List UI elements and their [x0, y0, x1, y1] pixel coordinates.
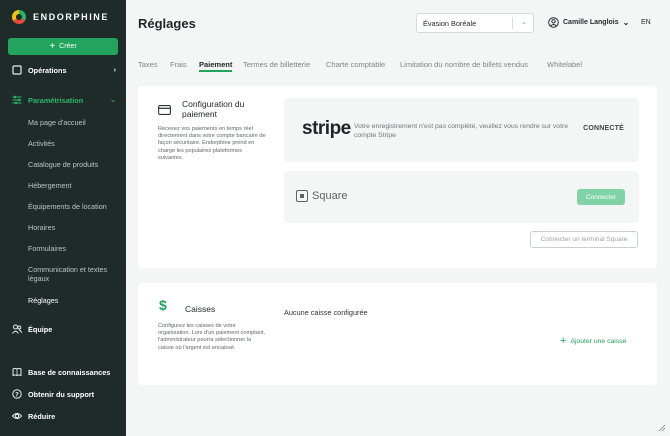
- sidebar-subitem-catalogue[interactable]: Catalogue de produits: [28, 160, 120, 169]
- sidebar-subitem-formulaires[interactable]: Formulaires: [28, 244, 120, 253]
- stripe-provider-panel: stripe Votre enregistrement n'est pas co…: [284, 98, 639, 162]
- chevron-down-icon: ⌄: [521, 19, 527, 26]
- sidebar-item-equipe[interactable]: Équipe: [0, 323, 126, 335]
- payment-configuration-card: Configuration du paiement Recevez vos pa…: [138, 86, 657, 268]
- page-title: Réglages: [138, 16, 196, 31]
- connect-square-terminal-button[interactable]: Connecter un terminal Square: [530, 231, 638, 248]
- credit-card-icon: [158, 105, 171, 115]
- chevron-down-icon: ⌄: [110, 97, 116, 104]
- svg-text:?: ?: [15, 391, 19, 398]
- payment-section-title: Configuration du paiement: [182, 99, 245, 119]
- select-divider: [512, 17, 513, 29]
- plus-icon: +: [560, 335, 567, 347]
- sidebar-item-label: Base de connaissances: [28, 367, 111, 377]
- tab-frais[interactable]: Frais: [170, 60, 187, 69]
- stripe-status-message: Votre enregistrement n'est pas complété,…: [354, 123, 568, 139]
- sidebar-subitem-reglages[interactable]: Réglages: [28, 296, 120, 305]
- caisses-section-title: Caisses: [185, 304, 216, 314]
- square-logo: Square: [296, 190, 347, 202]
- add-caisse-label: Ajouter une caisse: [570, 338, 627, 345]
- tab-limitation-billets[interactable]: Limitation du nombre de billets vendus: [400, 60, 528, 69]
- book-icon: [12, 368, 22, 377]
- sidebar-item-knowledge-base[interactable]: Base de connaissances: [0, 367, 126, 377]
- caisses-empty-text: Aucune caisse configurée: [284, 308, 368, 317]
- sidebar-nav[interactable]: Opérations › Paramétrisation ⌄ Ma page d…: [0, 60, 126, 356]
- create-button[interactable]: + Créer: [8, 38, 118, 55]
- tab-termes-billetterie[interactable]: Termes de billetterie: [243, 60, 310, 69]
- header: Réglages Évasion Boréale ⌄ Camille Langl…: [126, 0, 670, 48]
- sliders-icon: [12, 95, 22, 105]
- stripe-logo: stripe: [302, 118, 351, 139]
- plus-icon: +: [49, 40, 56, 52]
- sidebar-subitem-activites[interactable]: Activités: [28, 139, 120, 148]
- sidebar-item-label: Obtenir du support: [28, 389, 95, 399]
- sidebar-subitem-equipements[interactable]: Équipements de location: [28, 202, 120, 211]
- sidebar-item-parametrisation[interactable]: Paramétrisation ⌄: [0, 95, 126, 105]
- stripe-connected-status: CONNECTÉ: [583, 125, 624, 132]
- team-icon: [12, 324, 22, 334]
- create-button-label: Créer: [59, 43, 77, 50]
- eye-icon: [12, 413, 22, 419]
- sidebar-item-label: Équipe: [28, 324, 53, 334]
- organization-select-value: Évasion Boréale: [423, 18, 477, 28]
- sidebar-subitem-accueil[interactable]: Ma page d'accueil: [28, 118, 120, 127]
- user-icon: [548, 17, 559, 28]
- sidebar: ENDORPHINE + Créer Opérations › Paramétr…: [0, 0, 126, 436]
- endorphine-logo-icon: [12, 10, 26, 24]
- sidebar-subitem-horaires[interactable]: Horaires: [28, 223, 120, 232]
- sidebar-item-reduce[interactable]: Réduire: [0, 411, 126, 421]
- user-menu[interactable]: Camille Langlois ⌄: [548, 17, 629, 28]
- resize-handle-icon[interactable]: [658, 424, 666, 432]
- operations-icon: [12, 65, 22, 75]
- square-logo-text: Square: [312, 190, 348, 202]
- brand[interactable]: ENDORPHINE: [12, 10, 109, 24]
- add-caisse-button[interactable]: + Ajouter une caisse: [560, 336, 626, 347]
- caisses-section-description: Configurez les caisses de votre organisa…: [158, 323, 266, 351]
- chevron-down-icon: ⌄: [622, 18, 630, 27]
- tab-paiement[interactable]: Paiement: [199, 60, 233, 72]
- brand-name: ENDORPHINE: [33, 12, 110, 22]
- sidebar-item-support[interactable]: ? Obtenir du support: [0, 389, 126, 399]
- user-name: Camille Langlois: [563, 19, 619, 26]
- help-circle-icon: ?: [12, 389, 22, 399]
- tab-taxes[interactable]: Taxes: [138, 60, 158, 69]
- tab-charte-comptable[interactable]: Charte comptable: [326, 60, 385, 69]
- sidebar-item-label: Paramétrisation: [28, 95, 84, 105]
- sidebar-item-label: Opérations: [28, 65, 67, 75]
- sidebar-item-label: Réduire: [28, 411, 56, 421]
- dollar-icon: $: [159, 297, 167, 313]
- language-toggle[interactable]: EN: [641, 19, 651, 26]
- payment-section-description: Recevez vos paiements en temps réel dire…: [158, 126, 266, 161]
- square-provider-panel: Square Connecter: [284, 171, 639, 223]
- chevron-right-icon: ›: [113, 66, 116, 74]
- tab-whitelabel[interactable]: Whitelabel: [547, 60, 582, 69]
- caisses-card: $ Caisses Configurez les caisses de votr…: [138, 283, 657, 385]
- square-logo-icon: [296, 190, 308, 202]
- sidebar-item-operations[interactable]: Opérations ›: [0, 65, 126, 75]
- organization-select[interactable]: Évasion Boréale ⌄: [416, 13, 534, 33]
- square-connect-button[interactable]: Connecter: [577, 189, 625, 205]
- sidebar-subitem-communication[interactable]: Communication et textes légaux: [28, 265, 120, 283]
- sidebar-subitem-hebergement[interactable]: Hébergement: [28, 181, 120, 190]
